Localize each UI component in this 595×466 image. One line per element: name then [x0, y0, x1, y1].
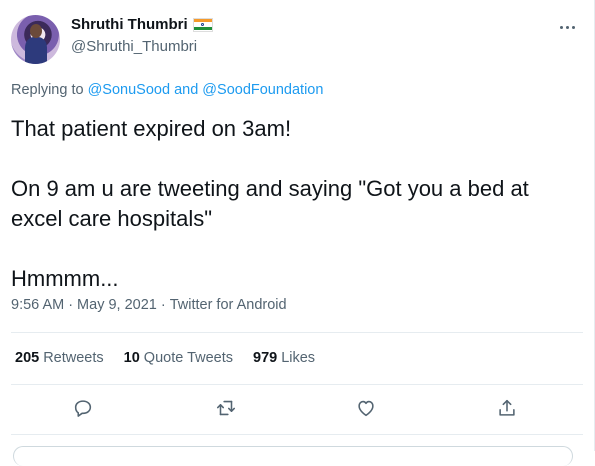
- reply-icon[interactable]: [72, 397, 94, 419]
- tweet-date[interactable]: May 9, 2021: [77, 297, 157, 313]
- tweet-line: On 9 am u are tweeting and saying "Got y…: [11, 176, 529, 201]
- name-row: Shruthi Thumbri: [71, 16, 213, 33]
- share-icon[interactable]: [496, 397, 518, 419]
- tweet-time[interactable]: 9:56 AM: [11, 297, 64, 313]
- tweet-meta: 9:56 AM · May 9, 2021 · Twitter for Andr…: [11, 297, 287, 313]
- mention-soodfoundation[interactable]: @SoodFoundation: [202, 82, 323, 98]
- retweets-label: Retweets: [43, 350, 104, 366]
- tweet-actions: [0, 396, 595, 422]
- likes-label: Likes: [281, 350, 316, 366]
- tweet-line: That patient expired on 3am!: [11, 116, 292, 141]
- tweet-stats: 205 Retweets 10 Quote Tweets 979 Likes: [15, 350, 335, 366]
- retweet-icon[interactable]: [215, 397, 237, 419]
- meta-separator: ·: [160, 297, 166, 313]
- quote-tweets-count: 10: [123, 350, 140, 366]
- reply-composer-box[interactable]: [13, 446, 573, 466]
- tweet-source[interactable]: Twitter for Android: [170, 297, 287, 313]
- quote-tweets-stat[interactable]: 10 Quote Tweets: [124, 350, 233, 366]
- retweets-count: 205: [15, 350, 40, 366]
- display-name[interactable]: Shruthi Thumbri: [71, 16, 188, 33]
- quote-tweets-label: Quote Tweets: [143, 350, 233, 366]
- user-handle[interactable]: @Shruthi_Thumbri: [71, 38, 197, 55]
- divider: [11, 384, 583, 385]
- tweet-line: excel care hospitals": [11, 206, 213, 231]
- mention-conjunction[interactable]: and: [174, 82, 198, 98]
- replying-to-label: Replying to: [11, 82, 84, 98]
- retweets-stat[interactable]: 205 Retweets: [15, 350, 104, 366]
- meta-separator: ·: [68, 297, 74, 313]
- divider: [11, 434, 583, 435]
- india-flag-icon: [192, 17, 213, 32]
- heart-icon[interactable]: [355, 397, 377, 419]
- avatar[interactable]: [11, 15, 60, 64]
- tweet-line: Hmmmm...: [11, 266, 119, 291]
- likes-count: 979: [253, 350, 278, 366]
- tweet-text: That patient expired on 3am! On 9 am u a…: [11, 114, 571, 294]
- mention-sonusood[interactable]: @SonuSood: [88, 82, 170, 98]
- more-icon[interactable]: [553, 18, 581, 36]
- replying-to: Replying to @SonuSood and @SoodFoundatio…: [11, 82, 323, 98]
- likes-stat[interactable]: 979 Likes: [253, 350, 315, 366]
- divider: [11, 332, 583, 333]
- tweet-card: Shruthi Thumbri @Shruthi_Thumbri Replyin…: [0, 0, 595, 466]
